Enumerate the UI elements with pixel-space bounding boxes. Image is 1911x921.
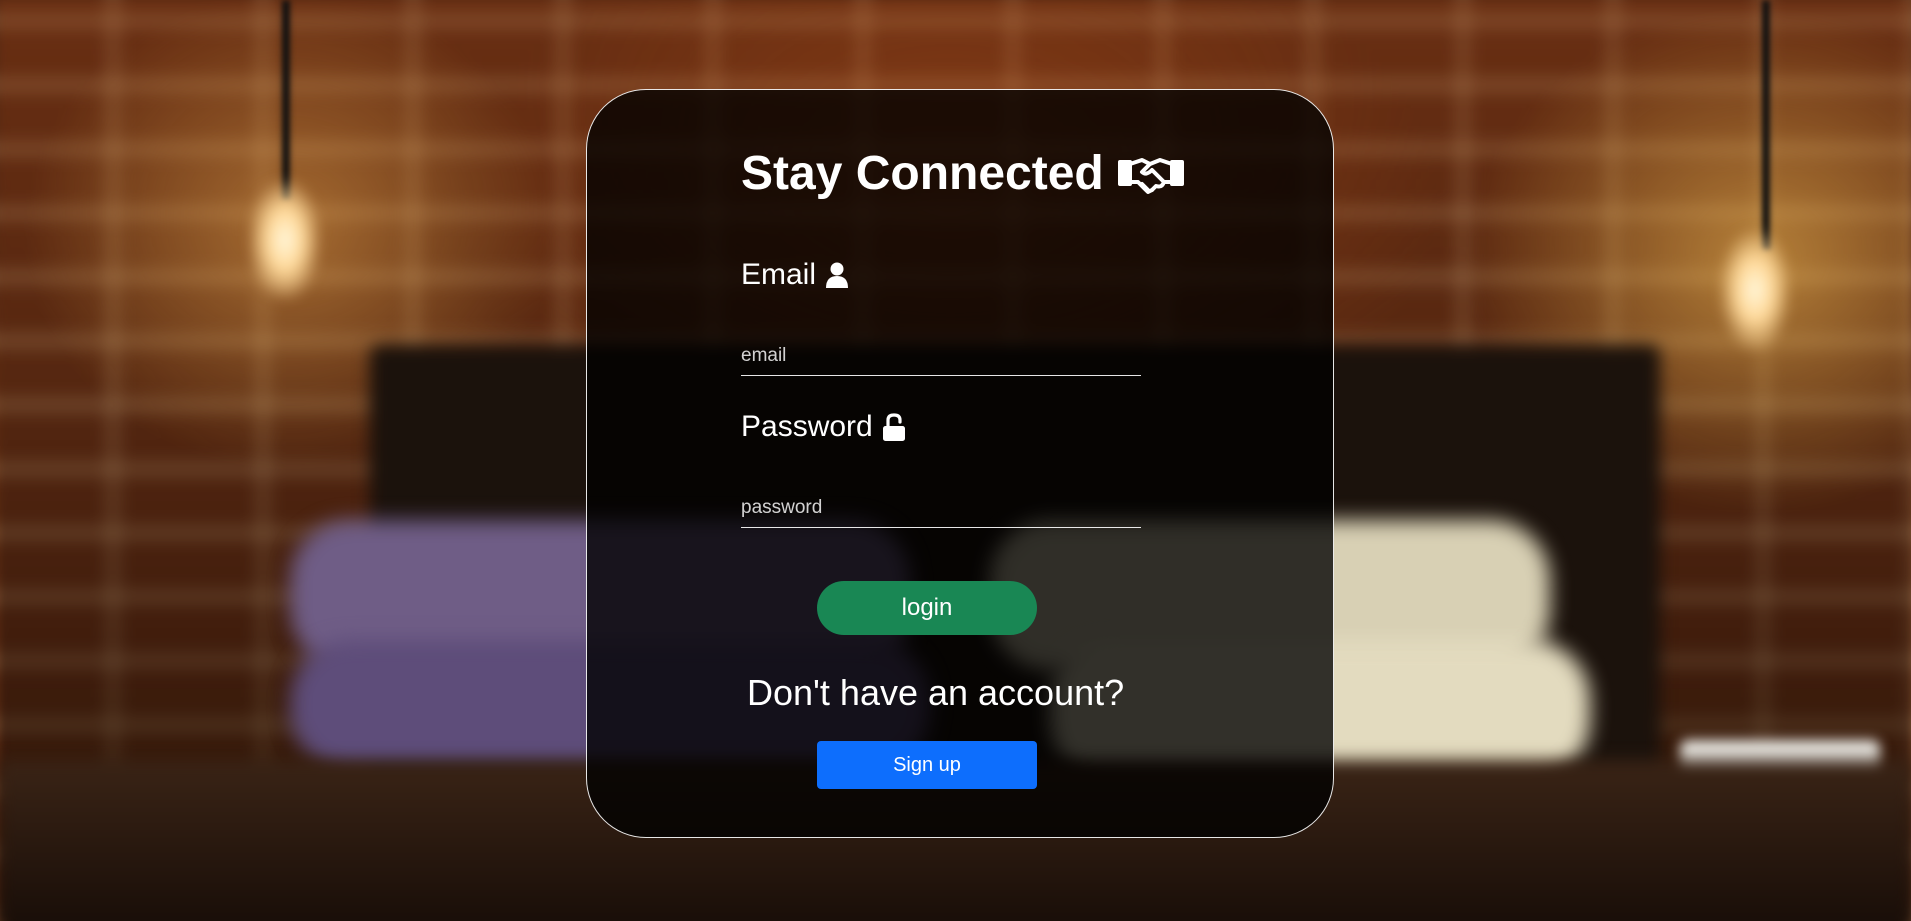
password-label: Password bbox=[741, 410, 905, 444]
lamp-cord bbox=[1762, 0, 1770, 250]
email-input[interactable] bbox=[741, 336, 1141, 376]
signup-button[interactable]: Sign up bbox=[817, 741, 1037, 789]
lamp-cord bbox=[282, 0, 290, 200]
password-input[interactable] bbox=[741, 488, 1141, 528]
page-title: Stay Connected bbox=[741, 146, 1184, 201]
email-label-text: Email bbox=[741, 258, 817, 291]
user-icon bbox=[826, 262, 849, 288]
email-label: Email bbox=[741, 258, 849, 292]
login-button[interactable]: login bbox=[817, 581, 1037, 635]
login-card: Stay Connected Email Password bbox=[586, 89, 1334, 838]
no-account-text: Don't have an account? bbox=[747, 672, 1125, 713]
handshake-icon bbox=[1117, 152, 1184, 196]
title-text: Stay Connected bbox=[741, 147, 1104, 200]
hanging-lamp bbox=[250, 180, 320, 300]
password-label-text: Password bbox=[741, 410, 873, 443]
hanging-lamp bbox=[1720, 230, 1790, 350]
unlock-icon bbox=[882, 413, 905, 441]
